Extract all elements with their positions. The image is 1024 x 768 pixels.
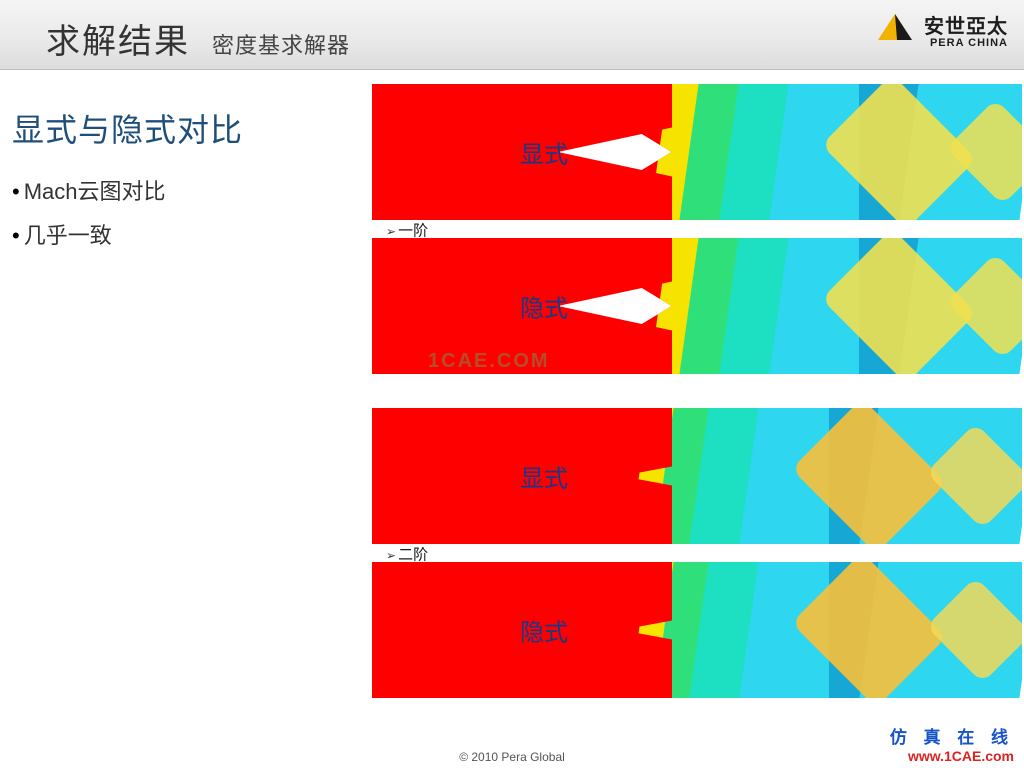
contour-implicit-2nd: 隐式 bbox=[372, 562, 1022, 698]
page-title: 求解结果 bbox=[46, 14, 190, 63]
contour-explicit-2nd: 显式 bbox=[372, 408, 1022, 544]
header-bar: 求解结果 密度基求解器 安世亞太 PERA CHINA bbox=[0, 0, 1024, 70]
bullet-item: Mach云图对比 bbox=[12, 170, 166, 214]
slide-root: 求解结果 密度基求解器 安世亞太 PERA CHINA 显式与隐式对比 Mach… bbox=[0, 0, 1024, 768]
logo-text-en: PERA CHINA bbox=[924, 37, 1008, 49]
contour-explicit-1st: 显式 bbox=[372, 84, 1022, 220]
row-label-implicit: 隐式 bbox=[520, 613, 568, 648]
row-label-explicit: 显式 bbox=[520, 459, 568, 494]
bullet-item: 几乎一致 bbox=[12, 214, 166, 258]
logo-text: 安世亞太 PERA CHINA bbox=[924, 10, 1008, 49]
figure-pair-first-order: 一阶 显式 bbox=[372, 82, 1022, 378]
footer-brand-cn: 仿 真 在 线 bbox=[890, 723, 1014, 748]
copyright-text: © 2010 Pera Global bbox=[0, 750, 1024, 764]
figure-area: 一阶 显式 bbox=[372, 82, 1022, 746]
watermark-cae: 1CAE.COM bbox=[428, 350, 550, 373]
company-logo: 安世亞太 PERA CHINA bbox=[876, 10, 1008, 49]
figure-pair-second-order: 二阶 显式 bbox=[372, 406, 1022, 702]
bullet-list: Mach云图对比 几乎一致 bbox=[12, 170, 166, 258]
page-subtitle: 密度基求解器 bbox=[212, 28, 350, 60]
logo-mark-icon bbox=[876, 12, 914, 47]
row-label-explicit: 显式 bbox=[520, 135, 568, 170]
footer-brand: 仿 真 在 线 www.1CAE.com bbox=[890, 723, 1014, 764]
logo-text-cn: 安世亞太 bbox=[924, 10, 1008, 39]
section-heading: 显式与隐式对比 bbox=[12, 105, 243, 151]
row-label-implicit: 隐式 bbox=[520, 289, 568, 324]
footer-brand-url: www.1CAE.com bbox=[890, 748, 1014, 764]
